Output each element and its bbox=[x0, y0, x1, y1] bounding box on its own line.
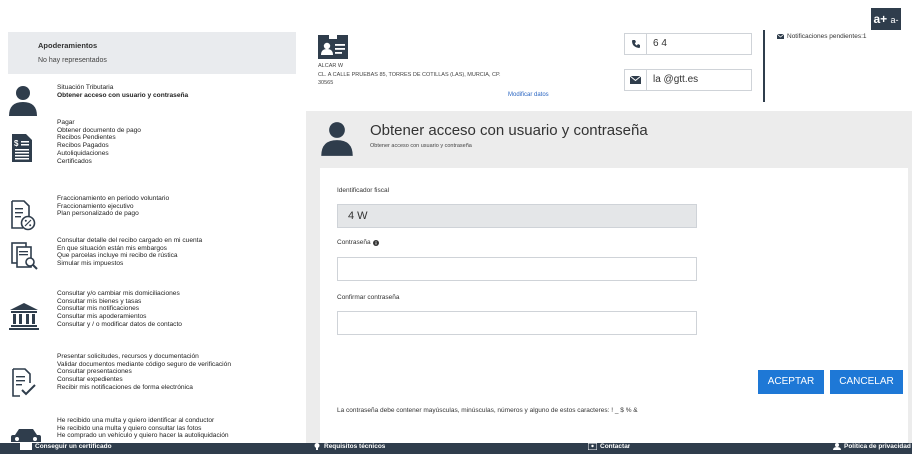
svg-text:$: $ bbox=[14, 139, 19, 148]
document-check-icon bbox=[12, 368, 36, 397]
document-search-icon bbox=[11, 242, 38, 270]
sidebar-link[interactable]: Consultar mis apoderamientos bbox=[57, 313, 182, 321]
password-input[interactable] bbox=[337, 257, 697, 281]
sidebar-category-presentaciones: Presentar solicitudes, recursos y docume… bbox=[0, 353, 300, 403]
page-title: Obtener acceso con usuario y contraseña bbox=[370, 122, 648, 139]
accept-button[interactable]: ACEPTAR bbox=[758, 370, 824, 394]
sidebar-link[interactable]: Plan personalizado de pago bbox=[57, 210, 169, 218]
sidebar-category-consultas: Consultar detalle del recibo cargado en … bbox=[0, 237, 300, 277]
sidebar-link[interactable]: Obtener documento de pago bbox=[57, 127, 141, 135]
phone-field[interactable]: 6 4 bbox=[624, 33, 752, 55]
page-subtitle: Obtener acceso con usuario y contraseña bbox=[370, 143, 472, 149]
sidebar-link[interactable]: Simular mis impuestos bbox=[57, 260, 202, 268]
password-help-text: La contraseña debe contener mayúsculas, … bbox=[337, 407, 638, 414]
footer-certificate-link[interactable]: Conseguir un certificado bbox=[20, 443, 112, 454]
confirm-password-label: Confirmar contraseña bbox=[337, 294, 400, 301]
info-icon[interactable] bbox=[372, 239, 379, 246]
header-divider bbox=[763, 30, 765, 102]
certificate-icon bbox=[20, 443, 32, 450]
sidebar-link[interactable]: Certificados bbox=[57, 158, 141, 166]
sidebar: Apoderamientos No hay representados Situ… bbox=[0, 32, 300, 442]
sidebar-link[interactable]: Consultar expedientes bbox=[57, 376, 231, 384]
sidebar-link[interactable]: Recibir mis notificaciones de forma elec… bbox=[57, 384, 231, 392]
sidebar-link-active[interactable]: Obtener acceso con usuario y contraseña bbox=[57, 92, 188, 100]
font-increase-button[interactable]: a+ bbox=[873, 12, 887, 26]
phone-value: 6 4 bbox=[653, 38, 667, 49]
user-icon bbox=[321, 122, 353, 156]
main-panel: Obtener acceso con usuario y contraseña … bbox=[306, 111, 912, 443]
sidebar-link[interactable]: Fraccionamiento en periodo voluntario bbox=[57, 195, 169, 203]
notifications-indicator[interactable]: Notificaciones pendientes:1 bbox=[777, 33, 867, 40]
user-icon bbox=[9, 86, 37, 116]
tax-id-label: Identificador fiscal bbox=[337, 187, 390, 194]
sidebar-link[interactable]: Validar documentos mediante código segur… bbox=[57, 361, 231, 369]
percent-document-icon bbox=[11, 200, 36, 231]
email-field[interactable]: la @gtt.es bbox=[624, 69, 752, 91]
envelope-icon bbox=[625, 70, 647, 90]
footer: Conseguir un certificado Requisitos técn… bbox=[0, 443, 912, 454]
receipt-icon: $ bbox=[12, 134, 32, 162]
apoderamientos-subtitle: No hay representados bbox=[38, 57, 107, 64]
sidebar-link[interactable]: Autoliquidaciones bbox=[57, 150, 141, 158]
sidebar-link[interactable]: Pagar bbox=[57, 119, 141, 127]
access-form: Identificador fiscal 4 W Contraseña Conf… bbox=[320, 168, 908, 443]
footer-requirements-link[interactable]: Requisitos técnicos bbox=[313, 443, 385, 454]
notifications-label: Notificaciones pendientes:1 bbox=[787, 33, 867, 40]
sidebar-link[interactable]: Consultar mis notificaciones bbox=[57, 305, 182, 313]
profile-address: CL. A CALLE PRUEBAS 85, TORRES DE COTILL… bbox=[318, 72, 501, 78]
confirm-password-input[interactable] bbox=[337, 311, 697, 335]
sidebar-category-domiciliaciones: Consultar y/o cambiar mis domiciliacione… bbox=[0, 290, 300, 340]
sidebar-link[interactable]: He comprado un vehículo y quiero hacer l… bbox=[57, 432, 229, 440]
sidebar-link[interactable]: Consultar detalle del recibo cargado en … bbox=[57, 237, 202, 245]
sidebar-link[interactable]: Que parcelas incluye mi recibo de rústic… bbox=[57, 252, 202, 260]
car-icon bbox=[11, 429, 41, 442]
sidebar-link[interactable]: Consultar presentaciones bbox=[57, 368, 231, 376]
font-decrease-button[interactable]: a- bbox=[891, 15, 899, 25]
sidebar-category-situacion: Situación Tributaria Obtener acceso con … bbox=[0, 84, 300, 116]
apoderamientos-title: Apoderamientos bbox=[38, 41, 98, 50]
privacy-icon bbox=[833, 443, 841, 450]
password-label: Contraseña bbox=[337, 239, 379, 246]
sidebar-link[interactable]: Recibos Pendientes bbox=[57, 134, 141, 142]
sidebar-link[interactable]: He recibido una multa y quiero identific… bbox=[57, 417, 229, 425]
bank-icon bbox=[9, 303, 39, 330]
sidebar-link[interactable]: En que situación están mis embargos bbox=[57, 245, 202, 253]
sidebar-link[interactable]: Consultar mis bienes y tasas bbox=[57, 298, 182, 306]
sidebar-link[interactable]: Situación Tributaria bbox=[57, 84, 188, 92]
tax-id-input: 4 W bbox=[337, 204, 697, 228]
sidebar-link[interactable]: Consultar y / o modificar datos de conta… bbox=[57, 321, 182, 329]
footer-privacy-link[interactable]: Política de privacidad bbox=[833, 443, 911, 454]
cancel-button[interactable]: CANCELAR bbox=[830, 370, 903, 394]
footer-contact-link[interactable]: Contactar bbox=[588, 443, 630, 454]
sidebar-category-fraccionamiento: Fraccionamiento en periodo voluntario Fr… bbox=[0, 195, 300, 235]
apoderamientos-box: Apoderamientos No hay representados bbox=[8, 32, 296, 74]
wrench-icon bbox=[314, 443, 320, 450]
profile-zip: 30565 bbox=[318, 80, 334, 86]
sidebar-link[interactable]: He recibido una multa y quiero consultar… bbox=[57, 425, 229, 433]
email-value: la @gtt.es bbox=[653, 74, 699, 85]
modify-data-link[interactable]: Modificar datos bbox=[508, 92, 549, 98]
sidebar-category-pagos: $ Pagar Obtener documento de pago Recibo… bbox=[0, 119, 300, 169]
sidebar-link[interactable]: Fraccionamiento ejecutivo bbox=[57, 203, 169, 211]
id-card-icon bbox=[318, 35, 348, 59]
sidebar-link[interactable]: Presentar solicitudes, recursos y docume… bbox=[57, 353, 231, 361]
sidebar-link[interactable]: Consultar y/o cambiar mis domiciliacione… bbox=[57, 290, 182, 298]
profile-name: ALCAR W bbox=[318, 63, 344, 69]
contact-icon bbox=[588, 443, 597, 450]
font-size-toggle[interactable]: a+ a- bbox=[871, 8, 901, 30]
sidebar-link[interactable]: Recibos Pagados bbox=[57, 142, 141, 150]
phone-icon bbox=[625, 34, 647, 54]
envelope-icon bbox=[777, 34, 784, 39]
sidebar-category-multas: He recibido una multa y quiero identific… bbox=[0, 417, 300, 442]
